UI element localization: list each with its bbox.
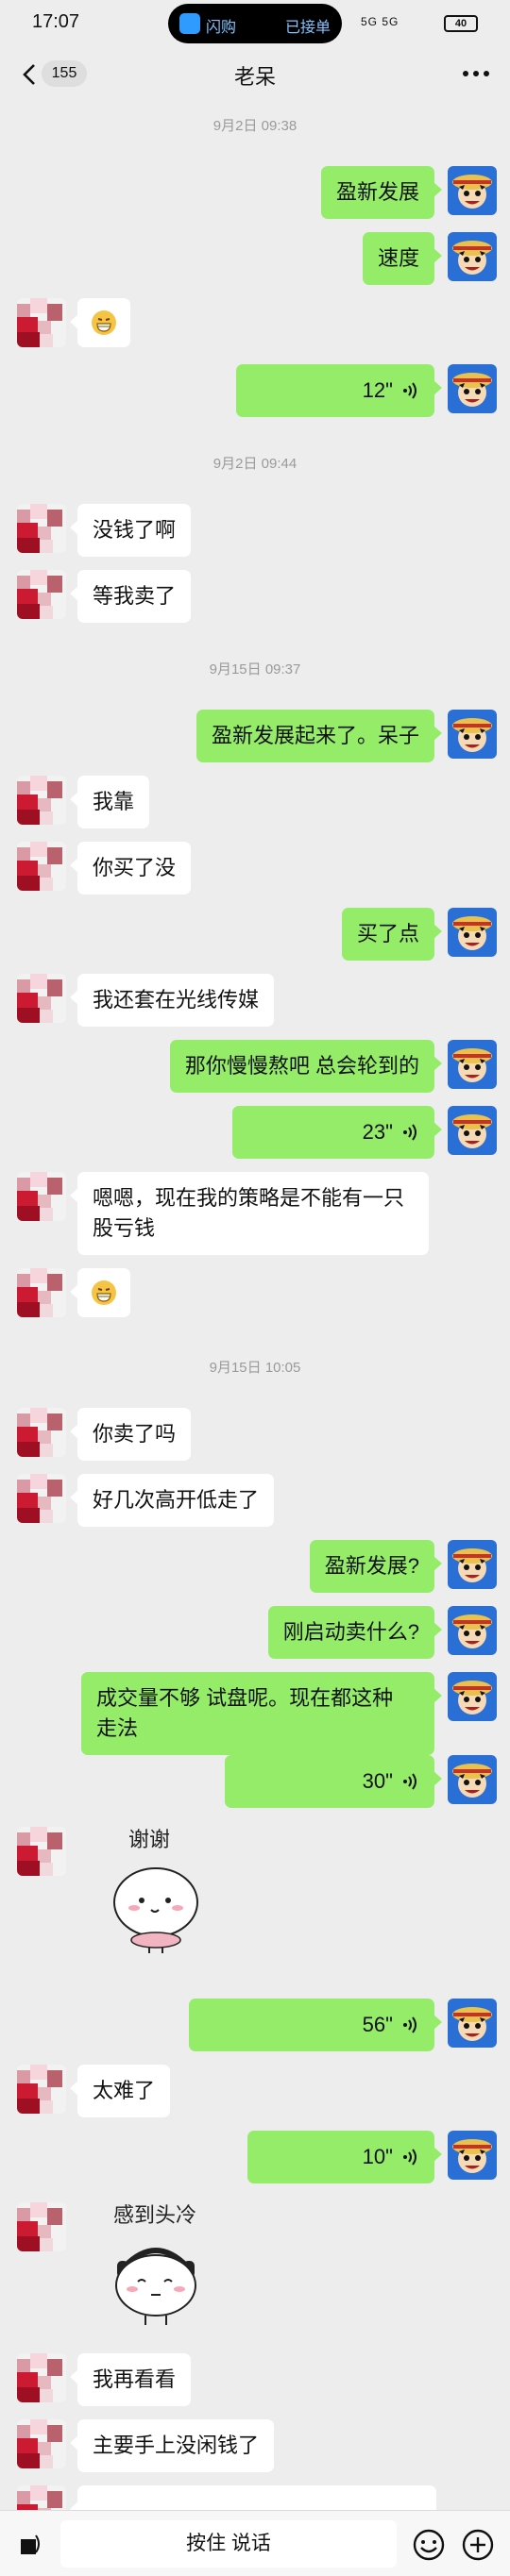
sticker-caption: 谢谢: [128, 1829, 171, 1852]
my-avatar[interactable]: [448, 1755, 497, 1804]
received-bubble[interactable]: 我还套在光线传媒: [69, 974, 275, 1027]
cold-head-sticker[interactable]: 感到头冷: [104, 2199, 215, 2337]
contact-avatar[interactable]: [17, 570, 66, 619]
contact-avatar[interactable]: [17, 2353, 66, 2402]
my-avatar[interactable]: [448, 1540, 497, 1589]
my-avatar[interactable]: [448, 166, 497, 215]
contact-avatar[interactable]: [17, 1474, 66, 1523]
signal-icon: 5G 5G: [361, 15, 400, 28]
input-bar: 按住 说话: [0, 2510, 510, 2576]
received-bubble[interactable]: 太难了: [69, 2065, 171, 2117]
chat-message-list[interactable]: 9月2日 09:38 盈新发展 速度 12" 9月2日 09:44 没钱了啊 等…: [0, 102, 510, 2510]
received-bubble[interactable]: 没钱了啊: [69, 504, 192, 557]
my-avatar[interactable]: [448, 1672, 497, 1721]
sent-bubble[interactable]: 刚启动卖什么?: [267, 1606, 443, 1659]
contact-avatar[interactable]: [17, 2485, 66, 2510]
sent-bubble[interactable]: 盈新发展?: [309, 1540, 443, 1593]
voice-message-bubble[interactable]: 10": [247, 2131, 442, 2183]
contact-avatar[interactable]: [17, 776, 66, 825]
received-bubble[interactable]: 好几次高开低走了: [69, 1474, 275, 1527]
timestamp: 9月2日 09:38: [212, 118, 298, 134]
my-avatar[interactable]: [448, 908, 497, 957]
voice-wave-icon: [403, 1773, 416, 1790]
sent-bubble[interactable]: 速度: [362, 232, 443, 285]
contact-avatar[interactable]: [17, 2202, 66, 2251]
received-bubble[interactable]: 你卖了吗: [69, 1408, 192, 1461]
contact-avatar[interactable]: [17, 504, 66, 553]
grin-emoji-icon: [92, 310, 116, 335]
contact-avatar[interactable]: [17, 1172, 66, 1221]
sent-bubble[interactable]: 买了点: [341, 908, 443, 961]
timestamp: 9月2日 09:44: [212, 456, 298, 472]
contact-avatar[interactable]: [17, 974, 66, 1023]
my-avatar[interactable]: [448, 1606, 497, 1655]
hold-to-talk-button[interactable]: 按住 说话: [60, 2520, 397, 2568]
voice-message-bubble[interactable]: 23": [232, 1106, 442, 1159]
bun-character-icon: [115, 2248, 196, 2325]
shopping-app-icon: [179, 13, 200, 34]
voice-duration: 10": [362, 2145, 393, 2168]
sent-bubble[interactable]: 盈新发展: [320, 166, 443, 219]
received-bubble[interactable]: [70, 1268, 130, 1317]
battery-icon: 40: [444, 15, 478, 32]
more-icon[interactable]: [460, 66, 492, 81]
status-bar: 17:07 闪购 已接单 5G 5G 40: [0, 0, 510, 47]
status-time: 17:07: [32, 11, 80, 32]
plus-icon[interactable]: [461, 2528, 495, 2562]
voice-duration: 23": [362, 1120, 393, 1144]
app-label: 闪购: [206, 20, 237, 36]
my-avatar[interactable]: [448, 1106, 497, 1155]
timestamp: 9月15日 09:37: [209, 661, 301, 677]
voice-wave-icon: [403, 1124, 416, 1141]
voice-wave-icon: [403, 382, 416, 399]
sent-bubble[interactable]: 那你慢慢熬吧 总会轮到的: [169, 1040, 443, 1093]
my-avatar[interactable]: [448, 232, 497, 281]
my-avatar[interactable]: [448, 1040, 497, 1089]
voice-message-bubble[interactable]: 56": [189, 1999, 442, 2051]
voice-wave-icon: [403, 2149, 416, 2166]
contact-avatar[interactable]: [17, 1268, 66, 1317]
keyboard-toggle-icon[interactable]: [17, 2532, 42, 2556]
sent-bubble[interactable]: 成交量不够 试盘呢。现在都这种 走法: [81, 1672, 442, 1755]
message-line: 嗯嗯，现在我的策略是不能有一只: [93, 1186, 405, 1210]
timestamp: 9月15日 10:05: [209, 1360, 301, 1376]
message-line: 成交量不够 试盘呢。现在都这种: [96, 1686, 394, 1710]
contact-avatar[interactable]: [17, 842, 66, 891]
sticker-caption: 感到头冷: [113, 2204, 197, 2228]
chat-header: 155 老呆: [0, 47, 510, 102]
voice-duration: 30": [362, 1769, 393, 1793]
voice-duration: 56": [362, 2013, 393, 2036]
contact-avatar[interactable]: [17, 1408, 66, 1457]
received-bubble[interactable]: 我再看看: [69, 2353, 192, 2406]
emoji-icon[interactable]: [412, 2528, 446, 2562]
my-avatar[interactable]: [448, 710, 497, 759]
received-bubble[interactable]: 嗯嗯，现在我的策略是不能有一只 股亏钱: [70, 1172, 429, 1255]
voice-wave-icon: [403, 2016, 416, 2033]
contact-avatar[interactable]: [17, 298, 66, 347]
sent-bubble[interactable]: 盈新发展起来了。呆子: [196, 710, 443, 762]
received-bubble[interactable]: 你买了没: [69, 842, 192, 895]
contact-avatar[interactable]: [17, 2419, 66, 2468]
my-avatar[interactable]: [448, 364, 497, 413]
received-bubble[interactable]: [70, 298, 130, 347]
contact-avatar[interactable]: [17, 2065, 66, 2114]
my-avatar[interactable]: [448, 2131, 497, 2180]
voice-duration: 12": [362, 378, 393, 402]
grin-emoji-icon: [92, 1280, 116, 1305]
voice-message-bubble[interactable]: 30": [225, 1755, 442, 1808]
received-bubble[interactable]: [70, 2485, 436, 2510]
message-line: 走法: [96, 1716, 139, 1740]
my-avatar[interactable]: [448, 1999, 497, 2048]
chat-title: 老呆: [233, 65, 276, 89]
received-bubble[interactable]: 我靠: [69, 776, 150, 828]
received-bubble[interactable]: 等我卖了: [69, 570, 192, 623]
message-line: 股亏钱: [93, 1216, 156, 1240]
bun-character-icon: [113, 1867, 198, 1953]
received-bubble[interactable]: 主要手上没闲钱了: [69, 2419, 275, 2472]
contact-avatar[interactable]: [17, 1827, 66, 1876]
thanks-sticker[interactable]: 谢谢: [104, 1823, 215, 1962]
order-status-label: 已接单: [285, 20, 332, 36]
voice-message-bubble[interactable]: 12": [236, 364, 442, 417]
dynamic-island-pill[interactable]: 闪购 已接单: [168, 4, 342, 43]
